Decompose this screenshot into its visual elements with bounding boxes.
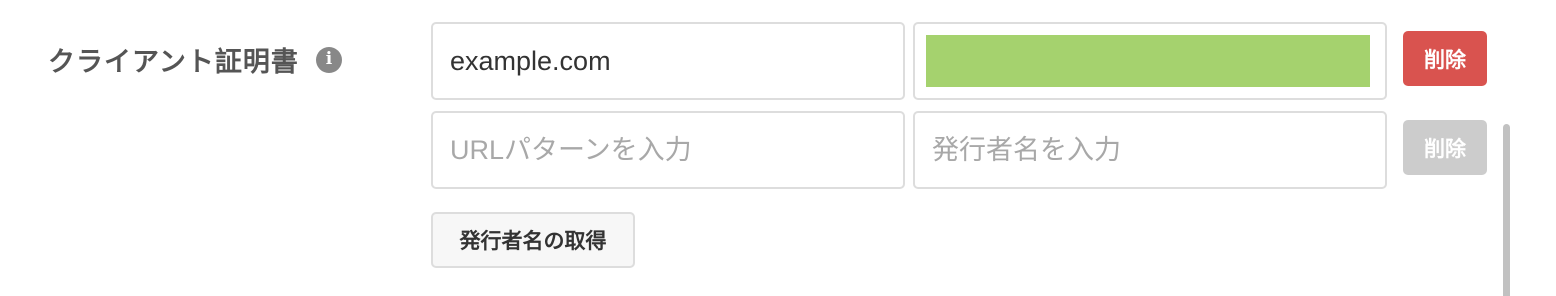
fetch-issuer-name-button[interactable]: 発行者名の取得 bbox=[431, 212, 635, 268]
section-label-row: クライアント証明書 i bbox=[48, 40, 342, 79]
delete-button-2: 削除 bbox=[1403, 120, 1487, 175]
issuer-name-input-2[interactable] bbox=[913, 111, 1387, 189]
delete-button-1[interactable]: 削除 bbox=[1403, 31, 1487, 86]
issuer-redaction-mask bbox=[926, 35, 1370, 87]
url-pattern-input-1[interactable] bbox=[431, 22, 905, 100]
url-pattern-input-2[interactable] bbox=[431, 111, 905, 189]
info-icon[interactable]: i bbox=[315, 46, 342, 73]
client-certificate-settings: クライアント証明書 i 削除 削除 発行者名の取得 bbox=[0, 0, 1556, 296]
issuer-name-field-1[interactable] bbox=[913, 22, 1387, 100]
scrollbar-thumb[interactable] bbox=[1503, 124, 1510, 296]
section-label: クライアント証明書 bbox=[48, 47, 299, 78]
